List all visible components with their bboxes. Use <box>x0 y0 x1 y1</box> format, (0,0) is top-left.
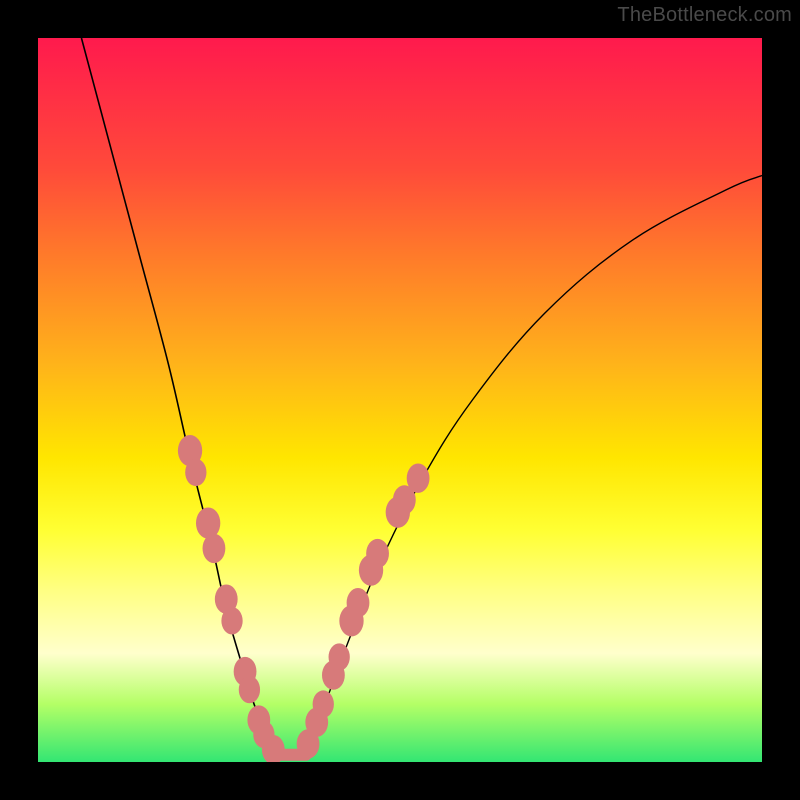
bead-marker <box>203 534 226 563</box>
bead-marker <box>221 607 242 634</box>
bead-marker <box>366 539 389 568</box>
bead-marker <box>185 459 206 486</box>
bead-marker <box>313 690 334 717</box>
curve-left <box>81 38 284 755</box>
bead-marker <box>196 507 220 538</box>
bead-marker <box>347 588 370 617</box>
bead-marker <box>407 464 430 493</box>
bottleneck-chart <box>38 38 762 762</box>
bead-marker <box>329 643 350 670</box>
plot-area <box>38 38 762 762</box>
bead-marker <box>239 676 260 703</box>
watermark-text: TheBottleneck.com <box>617 4 792 27</box>
curve-right <box>299 176 762 754</box>
bead-markers <box>178 435 430 762</box>
